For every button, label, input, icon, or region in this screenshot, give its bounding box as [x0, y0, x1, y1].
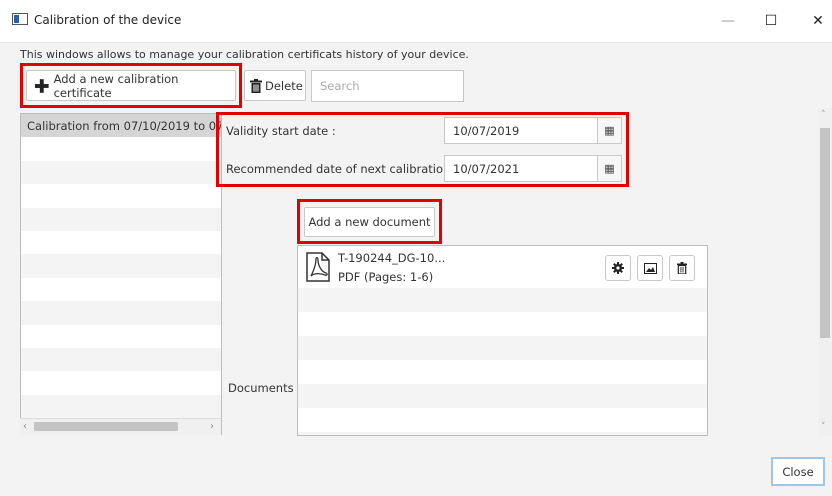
- list-item-empty: [21, 278, 221, 301]
- intro-text: This windows allows to manage your calib…: [20, 48, 469, 61]
- window-title: Calibration of the device: [34, 13, 182, 27]
- gear-icon: [612, 262, 624, 274]
- document-name: T-190244_DG-10...: [338, 251, 446, 265]
- document-info: PDF (Pages: 1-6): [338, 270, 434, 284]
- document-row-empty: [298, 336, 707, 360]
- delete-button[interactable]: Delete: [244, 70, 306, 101]
- next-calibration-field[interactable]: 10/07/2021: [444, 155, 598, 182]
- list-item-empty: [21, 137, 221, 160]
- scroll-up-icon[interactable]: ˄: [821, 110, 826, 120]
- list-item-empty: [21, 231, 221, 254]
- list-item-empty: [21, 325, 221, 348]
- scrollbar-thumb[interactable]: [34, 422, 178, 431]
- document-row-empty: [298, 384, 707, 408]
- document-row-empty: [298, 360, 707, 384]
- documents-list[interactable]: T-190244_DG-10... PDF (Pages: 1-6): [297, 245, 708, 436]
- list-item-empty: [21, 207, 221, 231]
- add-certificate-label: Add a new calibration certificate: [53, 71, 179, 100]
- delete-label: Delete: [265, 78, 303, 93]
- minimize-button[interactable]: —: [710, 8, 746, 34]
- next-calibration-label: Recommended date of next calibration :: [226, 162, 458, 176]
- delete-document-button[interactable]: [669, 255, 695, 281]
- add-document-button[interactable]: Add a new document: [304, 207, 435, 237]
- pdf-file-icon: [306, 252, 330, 282]
- image-icon: [643, 262, 657, 274]
- add-certificate-button[interactable]: Add a new calibration certificate: [26, 70, 236, 101]
- document-row-empty: [298, 312, 707, 336]
- list-item[interactable]: Calibration from 07/10/2019 to 07/10/202…: [21, 114, 221, 138]
- scroll-left-icon[interactable]: ‹: [23, 421, 27, 432]
- list-horizontal-scrollbar[interactable]: ‹ ›: [20, 418, 221, 435]
- list-item-empty: [21, 184, 221, 207]
- calendar-icon[interactable]: ▦: [597, 155, 622, 182]
- app-window-icon: [12, 13, 28, 25]
- list-item-empty: [21, 394, 221, 419]
- validity-start-field[interactable]: 10/07/2019: [444, 117, 598, 144]
- list-item-empty: [21, 347, 221, 372]
- documents-label: Documents :: [228, 381, 302, 395]
- document-row-empty: [298, 288, 707, 312]
- plus-icon: [34, 78, 49, 93]
- vertical-scrollbar[interactable]: ˄ ˅: [818, 108, 832, 436]
- document-row-empty: [298, 432, 707, 435]
- document-row-empty: [298, 408, 707, 432]
- list-item-empty: [21, 301, 221, 325]
- scroll-down-icon[interactable]: ˅: [821, 422, 826, 432]
- close-window-button[interactable]: ✕: [800, 8, 832, 34]
- preview-button[interactable]: [637, 255, 663, 281]
- list-item-empty: [21, 371, 221, 394]
- document-item[interactable]: T-190244_DG-10... PDF (Pages: 1-6): [298, 246, 707, 288]
- list-item-empty: [21, 254, 221, 278]
- close-button[interactable]: Close: [771, 457, 825, 486]
- calibration-list[interactable]: Calibration from 07/10/2019 to 07/10/202…: [20, 113, 222, 435]
- validity-start-label: Validity start date :: [226, 124, 336, 138]
- settings-button[interactable]: [605, 255, 631, 281]
- search-input[interactable]: Search: [311, 70, 464, 102]
- scrollbar-thumb[interactable]: [820, 128, 830, 338]
- trash-icon: [250, 78, 262, 93]
- scroll-right-icon[interactable]: ›: [210, 421, 214, 432]
- trash-icon: [677, 262, 687, 274]
- title-bar: Calibration of the device — ☐ ✕: [0, 0, 832, 43]
- calendar-icon[interactable]: ▦: [597, 117, 622, 144]
- maximize-button[interactable]: ☐: [753, 8, 789, 34]
- list-item-empty: [21, 160, 221, 185]
